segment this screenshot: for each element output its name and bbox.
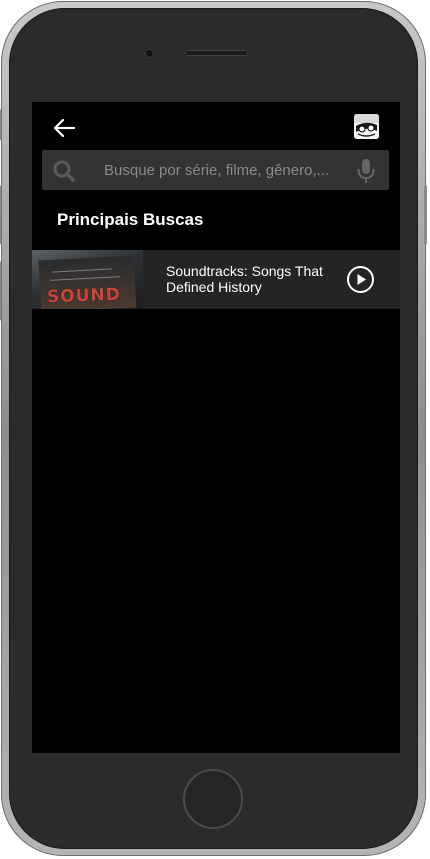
- thumbnail-title-text: SOUND: [46, 284, 122, 308]
- search-input[interactable]: [104, 150, 329, 190]
- search-icon: [53, 160, 75, 182]
- power-button: [424, 185, 427, 245]
- mute-switch: [0, 109, 1, 141]
- front-camera: [146, 50, 153, 57]
- volume-up-button: [0, 185, 1, 245]
- search-result-item[interactable]: SOUND Soundtracks: Songs That Defined Hi…: [32, 250, 400, 309]
- earpiece-speaker: [185, 50, 248, 56]
- result-title: Soundtracks: Songs That Defined History: [166, 263, 323, 295]
- play-circle-icon[interactable]: [346, 265, 375, 294]
- microphone-icon[interactable]: [356, 158, 376, 184]
- section-title: Principais Buscas: [57, 210, 204, 229]
- avatar-icon: [354, 114, 379, 139]
- result-thumbnail: SOUND: [32, 250, 143, 309]
- volume-down-button: [0, 261, 1, 321]
- arrow-left-icon: [53, 118, 76, 138]
- search-bar[interactable]: [42, 150, 389, 190]
- app-screen: Principais Buscas SOUND Soundtracks: Son…: [32, 102, 400, 753]
- back-button[interactable]: [52, 115, 78, 141]
- profile-avatar[interactable]: [354, 114, 379, 139]
- home-button[interactable]: [183, 769, 243, 829]
